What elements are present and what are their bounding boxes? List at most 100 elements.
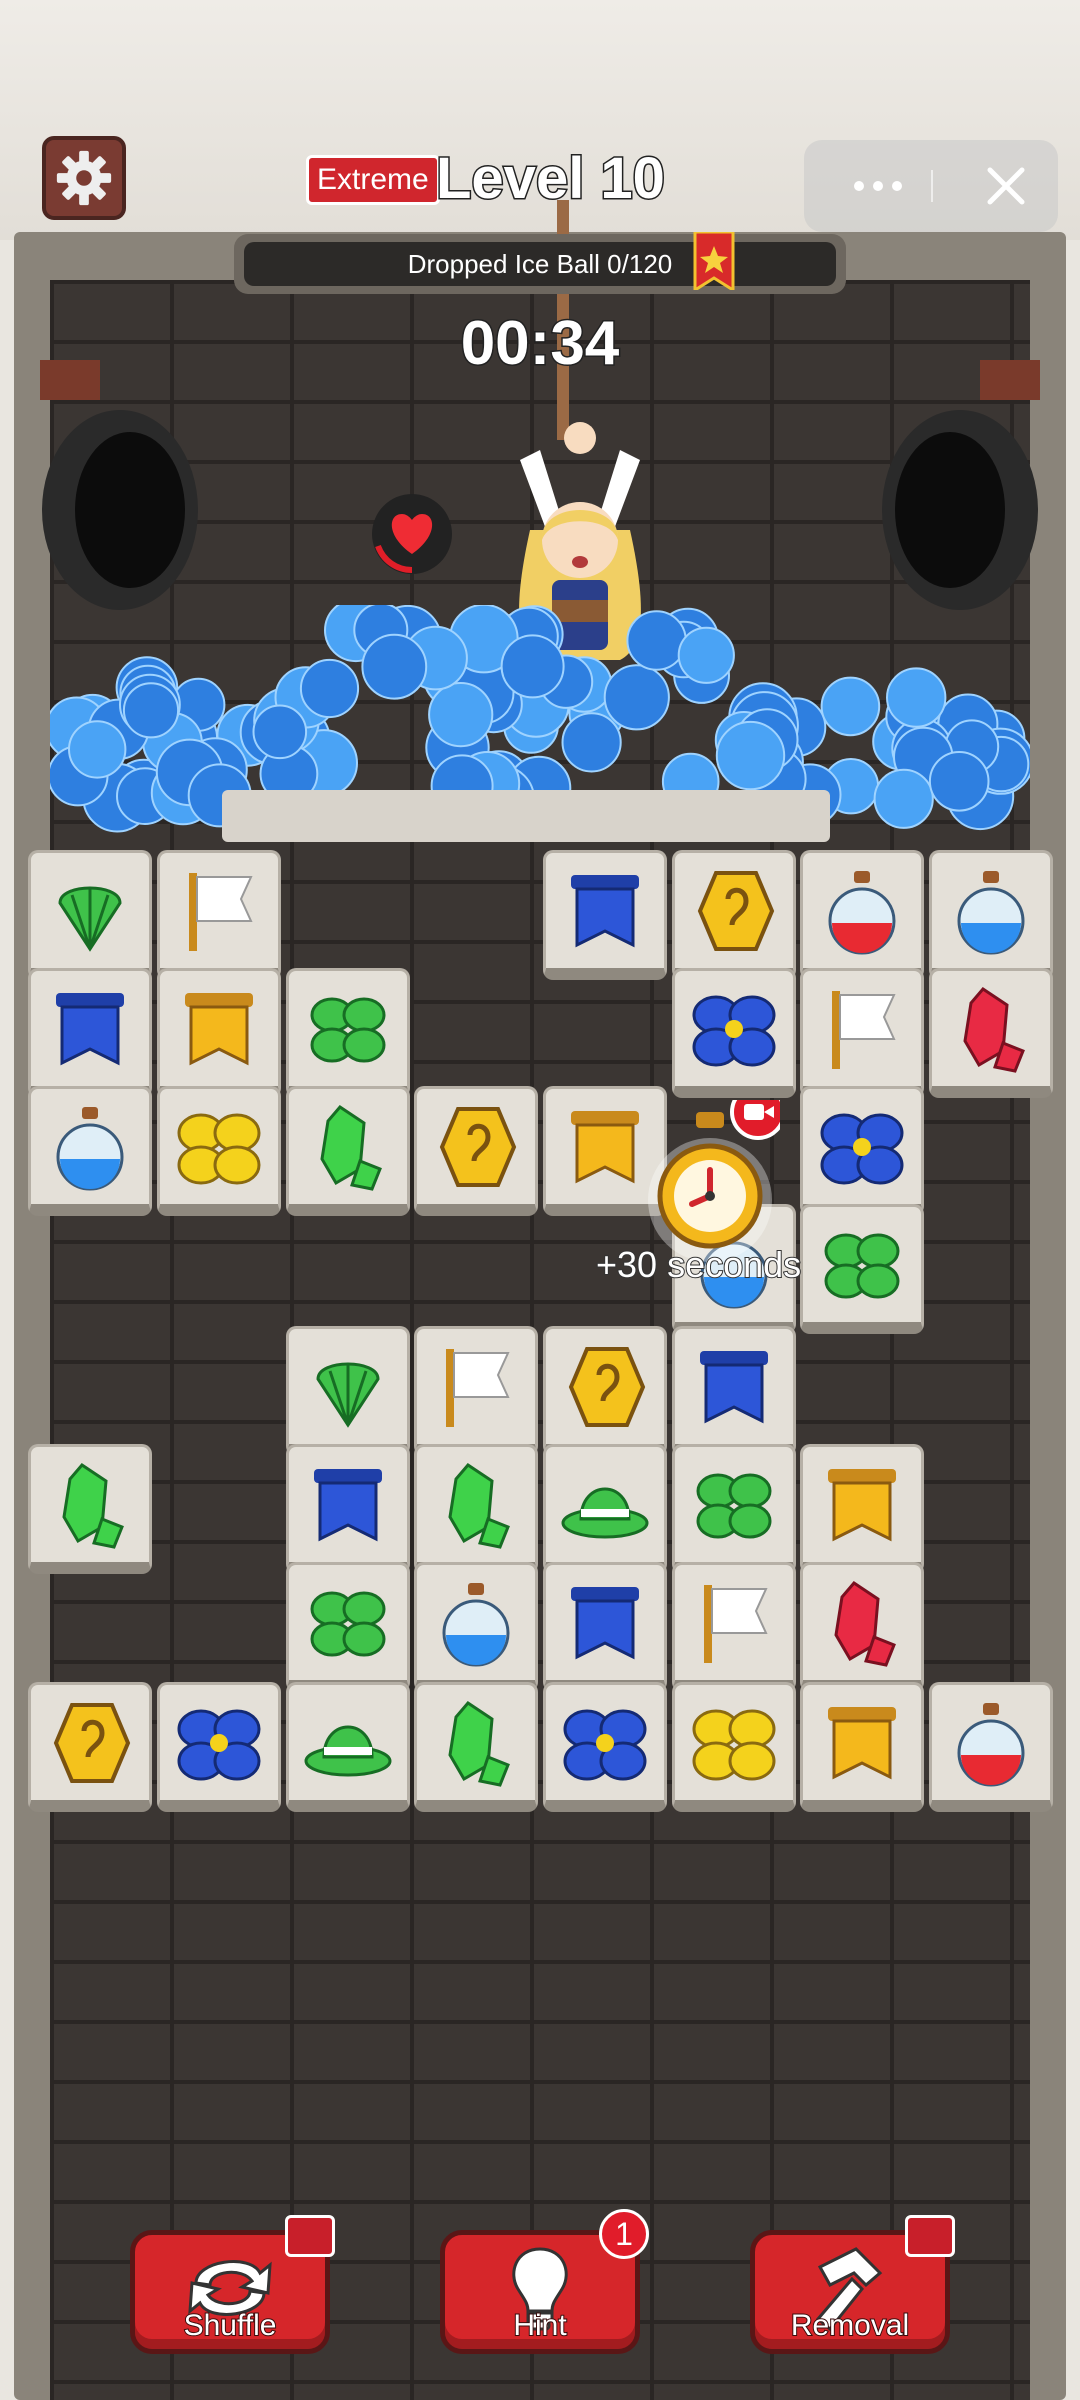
tile-coin[interactable]: [28, 1682, 152, 1812]
tile-blue-potion[interactable]: [929, 850, 1053, 980]
close-icon: [987, 167, 1025, 205]
tile-blue-potion[interactable]: [414, 1562, 538, 1692]
shell-icon: [316, 1362, 380, 1428]
tile-flag[interactable]: [800, 968, 924, 1098]
tile-flag[interactable]: [672, 1562, 796, 1692]
tile-green-gem[interactable]: [414, 1682, 538, 1812]
removal-label: Removal: [790, 2308, 910, 2343]
blue-flower-icon: [563, 1709, 647, 1780]
tile-red-potion[interactable]: [800, 850, 924, 980]
flag-icon: [704, 1584, 768, 1663]
tile-blue-banner[interactable]: [543, 850, 667, 980]
tile-gold-banner[interactable]: [800, 1682, 924, 1812]
tile-blue-flower[interactable]: [800, 1086, 924, 1216]
green-gem-icon: [62, 1462, 124, 1549]
tile-blue-flower[interactable]: [672, 968, 796, 1098]
gold-banner-icon: [828, 1706, 896, 1779]
tile-yellow-flower[interactable]: [157, 1086, 281, 1216]
star-ribbon-icon: [693, 232, 735, 290]
green-hat-icon: [561, 1487, 649, 1538]
red-potion-icon: [957, 1702, 1025, 1786]
green-leaf-icon: [824, 1233, 900, 1298]
tile-blue-banner[interactable]: [286, 1444, 410, 1574]
tile-flag[interactable]: [157, 850, 281, 980]
removal-button[interactable]: Removal: [750, 2215, 955, 2354]
blue-flower-icon: [820, 1113, 904, 1184]
hint-button[interactable]: Hint 1: [440, 2209, 649, 2354]
tile-blue-flower[interactable]: [157, 1682, 281, 1812]
coin-icon: [568, 1346, 646, 1427]
tile-green-leaf[interactable]: [286, 968, 410, 1098]
tile-blue-potion[interactable]: [28, 1086, 152, 1216]
tile-green-leaf[interactable]: [800, 1204, 924, 1334]
tile-blue-banner[interactable]: [543, 1562, 667, 1692]
blue-flower-icon: [177, 1709, 261, 1780]
level-title: Level 10: [435, 145, 667, 213]
goal-bar: Dropped Ice Ball 0/120: [234, 234, 846, 294]
stone-platform: [222, 790, 830, 842]
shuffle-button[interactable]: Shuffle: [130, 2215, 335, 2354]
green-leaf-icon: [310, 997, 386, 1062]
tile-coin[interactable]: [414, 1086, 538, 1216]
video-ad-icon: [905, 2215, 955, 2257]
red-gem-icon: [834, 1580, 896, 1667]
flag-icon: [189, 872, 253, 951]
heart-health-icon: [372, 494, 452, 574]
more-dots-icon: [854, 181, 864, 191]
gold-banner-icon: [571, 1110, 639, 1183]
green-gem-icon: [448, 1462, 510, 1549]
tile-red-gem[interactable]: [929, 968, 1053, 1098]
hint-label: Hint: [512, 2308, 567, 2343]
tile-coin[interactable]: [672, 850, 796, 980]
green-hat-icon: [304, 1725, 392, 1776]
tile-green-leaf[interactable]: [286, 1562, 410, 1692]
blue-potion-icon: [957, 870, 1025, 954]
flag-icon: [446, 1348, 510, 1427]
tile-gold-banner[interactable]: [157, 968, 281, 1098]
shuffle-label: Shuffle: [183, 2308, 278, 2343]
tile-green-hat[interactable]: [543, 1444, 667, 1574]
tile-coin[interactable]: [543, 1326, 667, 1456]
tile-yellow-flower[interactable]: [672, 1682, 796, 1812]
green-leaf-icon: [696, 1473, 772, 1538]
blue-banner-icon: [56, 992, 124, 1065]
coin-icon: [439, 1106, 517, 1187]
more-options-button[interactable]: [828, 140, 928, 232]
tile-green-gem[interactable]: [414, 1444, 538, 1574]
blue-banner-icon: [571, 1586, 639, 1659]
tile-green-leaf[interactable]: [672, 1444, 796, 1574]
coin-icon: [53, 1702, 131, 1783]
left-pipe: [40, 360, 198, 610]
tile-red-potion[interactable]: [929, 1682, 1053, 1812]
blue-banner-icon: [700, 1350, 768, 1423]
flag-icon: [832, 990, 896, 1069]
tile-blue-banner[interactable]: [28, 968, 152, 1098]
tile-green-gem[interactable]: [28, 1444, 152, 1574]
blue-flower-icon: [692, 995, 776, 1066]
blue-potion-icon: [56, 1106, 124, 1190]
red-gem-icon: [963, 986, 1025, 1073]
tile-green-hat[interactable]: [286, 1682, 410, 1812]
green-gem-icon: [320, 1104, 382, 1191]
tile-gold-banner[interactable]: [800, 1444, 924, 1574]
more-dot: [892, 181, 902, 191]
gold-banner-icon: [185, 992, 253, 1065]
yellow-flower-icon: [692, 1709, 776, 1780]
capsule-divider: [931, 170, 933, 202]
coin-icon: [697, 870, 775, 951]
difficulty-badge: Extreme: [306, 155, 440, 205]
tile-flag[interactable]: [414, 1326, 538, 1456]
blue-potion-icon: [442, 1582, 510, 1666]
red-potion-icon: [828, 870, 896, 954]
tile-blue-banner[interactable]: [672, 1326, 796, 1456]
video-ad-icon: [285, 2215, 335, 2257]
close-button[interactable]: [954, 140, 1058, 232]
tile-shell[interactable]: [28, 850, 152, 980]
tile-blue-flower[interactable]: [543, 1682, 667, 1812]
gold-banner-icon: [828, 1468, 896, 1541]
tile-green-gem[interactable]: [286, 1086, 410, 1216]
green-gem-icon: [448, 1700, 510, 1787]
tile-red-gem[interactable]: [800, 1562, 924, 1692]
settings-button[interactable]: [42, 136, 126, 220]
tile-shell[interactable]: [286, 1326, 410, 1456]
